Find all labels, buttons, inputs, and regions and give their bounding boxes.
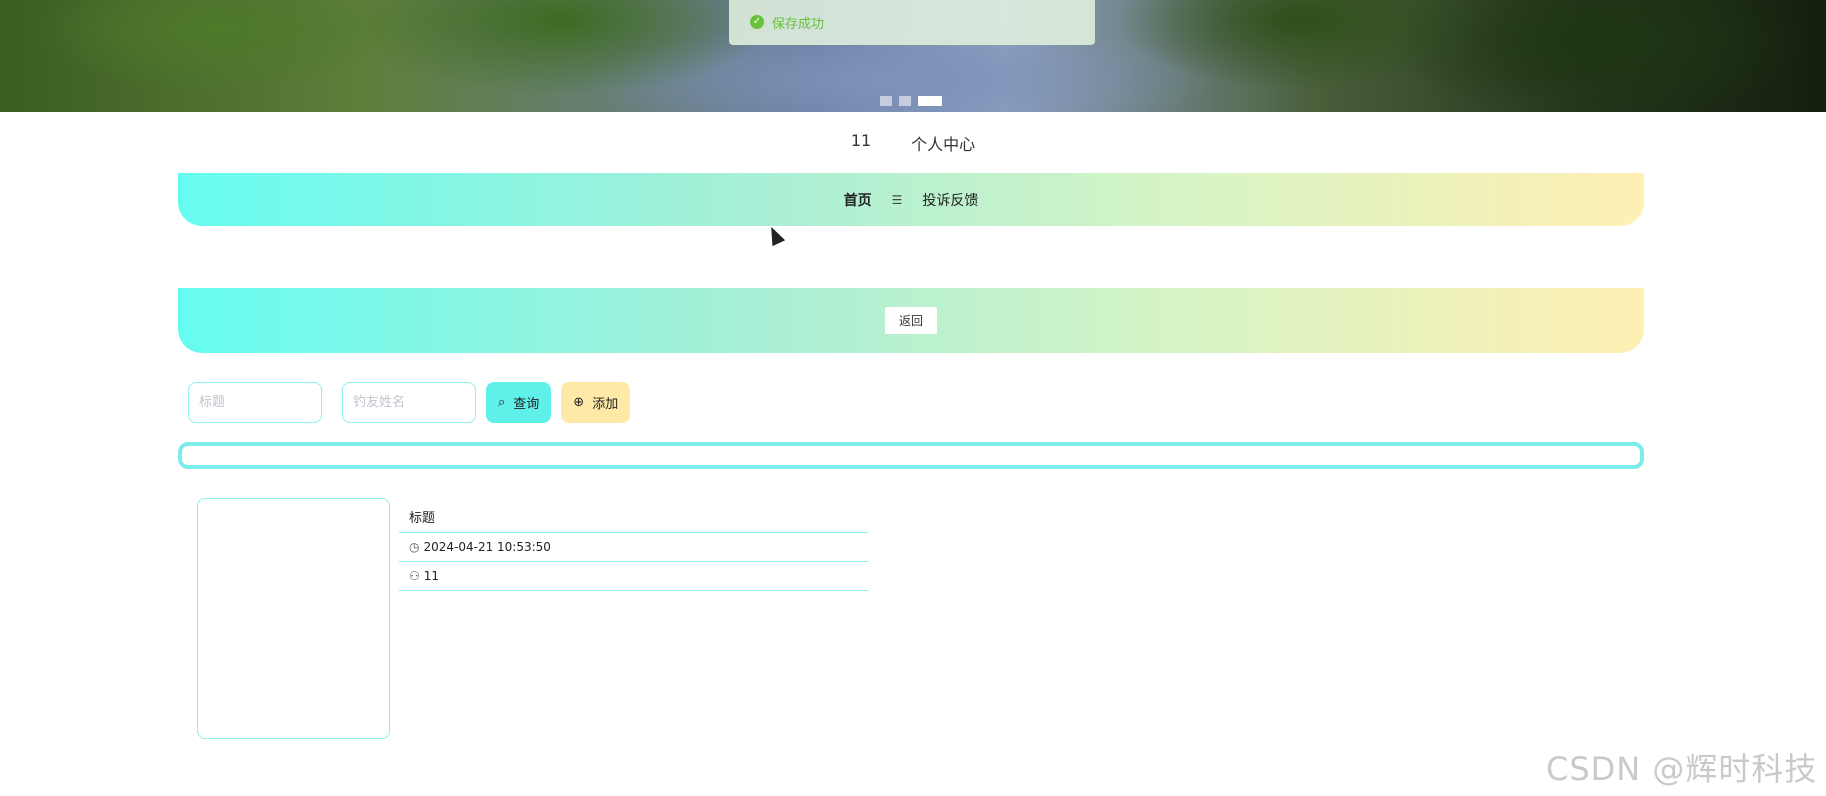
main-nav: 首页 ☰ 投诉反馈 (178, 173, 1644, 226)
card-title: 标题 (409, 510, 436, 526)
menu-icon[interactable]: ☰ (892, 193, 903, 207)
card-user-row: ⚇ 11 (399, 562, 868, 591)
watermark: CSDN @辉时科技 (1546, 750, 1818, 788)
card-image[interactable] (197, 498, 390, 739)
list-divider (178, 442, 1644, 469)
add-button[interactable]: ⊕ 添加 (561, 382, 631, 423)
card-user: 11 (423, 569, 440, 583)
username: 11 (850, 131, 872, 150)
sub-header-bar: 返回 (178, 288, 1644, 353)
add-label: 添加 (592, 397, 619, 412)
carousel-dot-active[interactable] (918, 96, 942, 106)
card-date: 2024-04-21 10:53:50 (423, 540, 551, 554)
search-bar: ⌕ 查询 ⊕ 添加 (188, 382, 631, 423)
card-date-row: ◷ 2024-04-21 10:53:50 (399, 533, 868, 562)
success-toast: ✓ 保存成功 (729, 0, 1095, 45)
carousel-dot[interactable] (899, 96, 911, 106)
plus-circle-icon: ⊕ (573, 395, 585, 410)
search-icon: ⌕ (498, 395, 506, 410)
check-circle-icon: ✓ (750, 15, 764, 29)
mouse-cursor-icon (764, 223, 786, 247)
card-title-row: 标题 (399, 500, 868, 533)
carousel-indicators (880, 96, 942, 106)
query-label: 查询 (513, 397, 540, 412)
personal-center-link[interactable]: 个人中心 (911, 131, 975, 154)
carousel-dot[interactable] (880, 96, 892, 106)
query-button[interactable]: ⌕ 查询 (486, 382, 552, 423)
card-info[interactable]: 标题 ◷ 2024-04-21 10:53:50 ⚇ 11 (399, 500, 868, 591)
banner-carousel[interactable]: ✓ 保存成功 (0, 0, 1826, 112)
user-bar: 11 个人中心 (0, 131, 1826, 154)
clock-icon: ◷ (409, 540, 420, 554)
nav-home[interactable]: 首页 (844, 190, 872, 210)
back-button[interactable]: 返回 (884, 307, 937, 334)
nav-complaint[interactable]: 投诉反馈 (922, 190, 978, 210)
title-search-input[interactable] (188, 382, 322, 423)
toast-message: 保存成功 (772, 16, 825, 32)
user-icon: ⚇ (409, 569, 420, 583)
page: ✓ 保存成功 11 个人中心 首页 ☰ 投诉反馈 返回 ⌕ 查询 ⊕ 添加 (0, 0, 1826, 796)
name-search-input[interactable] (342, 382, 476, 423)
